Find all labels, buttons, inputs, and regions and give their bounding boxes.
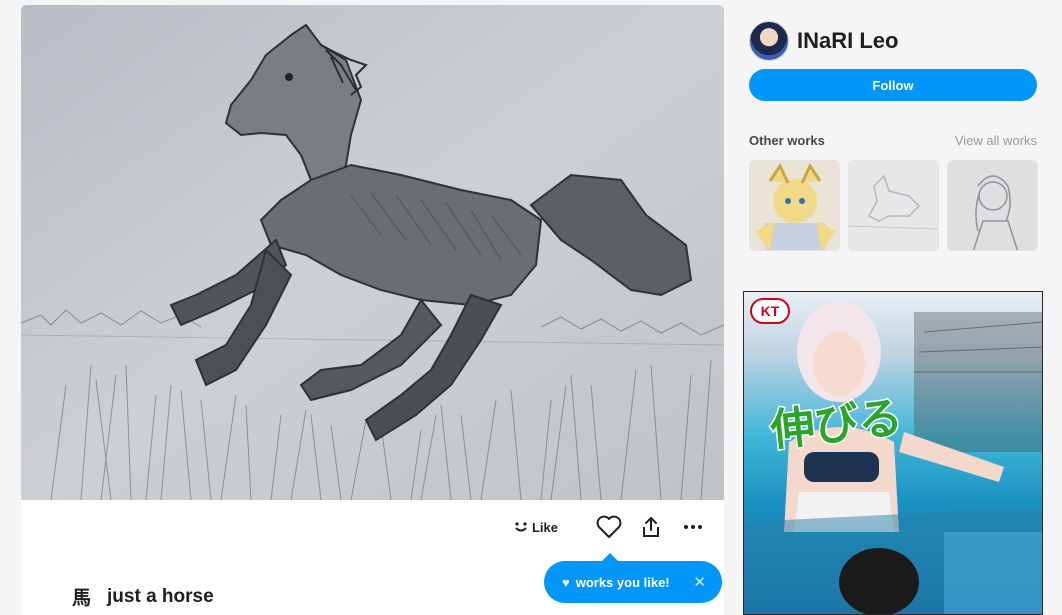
other-works-list <box>749 160 1038 251</box>
follow-button[interactable]: Follow <box>749 69 1037 101</box>
bookmark-heart-button[interactable] <box>594 512 624 542</box>
view-all-works-link[interactable]: View all works <box>955 133 1037 148</box>
more-horizontal-icon <box>684 525 702 529</box>
ad-logo: KT <box>750 298 790 324</box>
work-thumbnail[interactable] <box>848 160 939 251</box>
ad-headline: 伸びる <box>767 391 907 459</box>
thumbnail-image <box>948 161 1037 250</box>
work-thumbnail[interactable] <box>749 160 840 251</box>
other-works-label: Other works <box>749 133 825 148</box>
page: Like 馬 just a horse ♥ works you like! ✕ … <box>0 0 1062 615</box>
work-thumbnail[interactable] <box>947 160 1038 251</box>
artwork-title: 馬 just a horse <box>72 583 214 610</box>
username[interactable]: INaRI Leo <box>797 28 898 54</box>
author-profile[interactable]: INaRI Leo <box>749 21 898 61</box>
share-button[interactable] <box>636 512 666 542</box>
like-label: Like <box>531 519 558 535</box>
avatar[interactable] <box>749 21 789 61</box>
horse-sketch <box>21 5 724 500</box>
smile-icon <box>515 522 527 532</box>
toast-text: works you like! <box>575 574 670 590</box>
other-works-header: Other works View all works <box>749 133 1037 148</box>
title-jp: 馬 <box>72 587 92 609</box>
share-icon <box>643 516 659 537</box>
toast-close-button[interactable]: ✕ <box>693 573 706 591</box>
advertisement[interactable]: KT 伸びる <box>743 291 1043 615</box>
heart-icon: ♥ <box>562 574 570 590</box>
like-button[interactable]: Like <box>514 520 558 535</box>
title-en: just a horse <box>107 585 214 607</box>
like-toast: ♥ works you like! ✕ <box>544 553 722 603</box>
thumbnail-image <box>750 161 839 250</box>
more-button[interactable] <box>678 512 708 542</box>
thumbnail-image <box>849 161 938 250</box>
action-bar: Like <box>514 510 708 544</box>
artwork-image[interactable] <box>21 5 724 500</box>
heart-outline-icon <box>596 515 622 538</box>
artwork-card: Like 馬 just a horse <box>21 5 724 615</box>
